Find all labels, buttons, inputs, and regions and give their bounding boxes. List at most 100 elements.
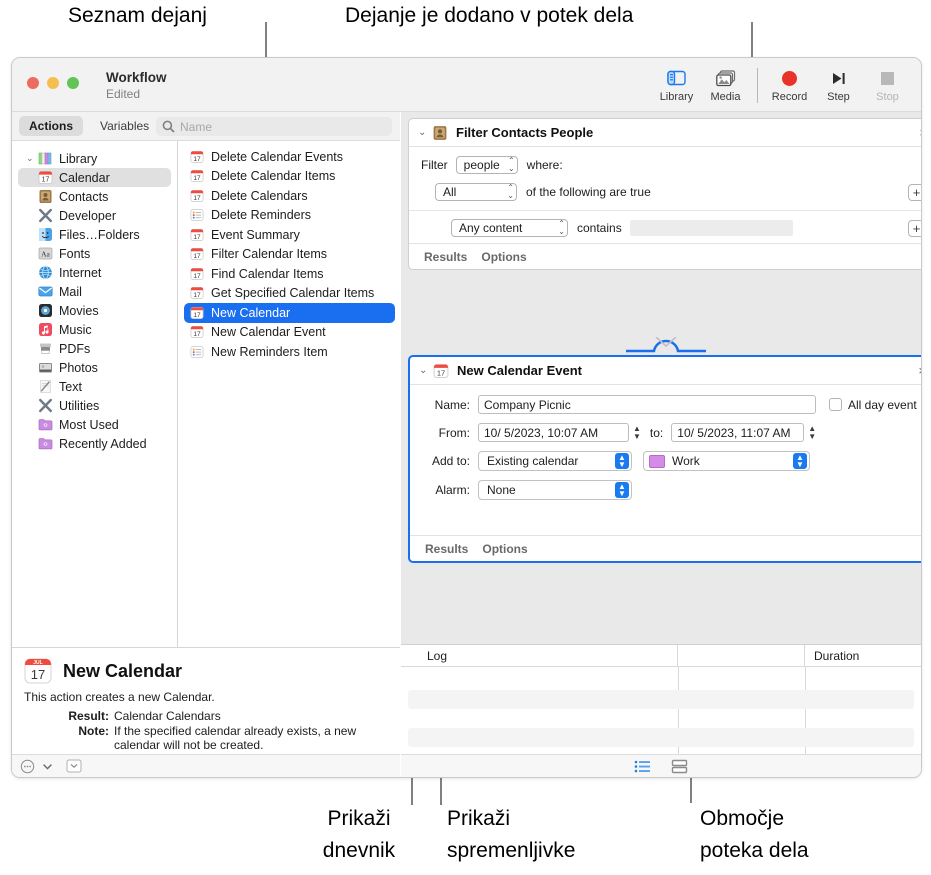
sidebar-item-music[interactable]: Music — [18, 320, 171, 339]
sidebar-item-developer[interactable]: Developer — [18, 206, 171, 225]
all-day-event-checkbox[interactable] — [829, 398, 842, 411]
stop-toolbar-button[interactable]: Stop — [863, 66, 912, 103]
sidebar-item-files-folders[interactable]: Files…Folders — [18, 225, 171, 244]
step-toolbar-label: Step — [827, 91, 850, 103]
add-condition-group-button[interactable]: + — [908, 183, 921, 201]
sidebar-item-internet[interactable]: Internet — [18, 263, 171, 282]
list-item[interactable]: New Reminders Item — [184, 342, 395, 362]
calendar-icon: 17 — [190, 150, 204, 163]
table-row[interactable] — [408, 728, 914, 747]
show-log-icon[interactable] — [634, 759, 651, 774]
sidebar-item-mail[interactable]: Mail — [18, 282, 171, 301]
library-icon — [667, 66, 686, 90]
sidebar-item-calendar[interactable]: 17 Calendar — [18, 168, 171, 187]
where-label: where: — [526, 158, 563, 172]
stepper-icon: ⌃ ⌄ — [507, 156, 515, 173]
sidebar-item-text[interactable]: Text — [18, 377, 171, 396]
step-toolbar-button[interactable]: Step — [814, 66, 863, 103]
list-item-label: Delete Calendars — [211, 188, 308, 203]
close-icon[interactable]: × — [919, 125, 921, 140]
sidebar-item-library[interactable]: ⌄ Library — [18, 149, 171, 168]
close-window-button[interactable] — [27, 77, 39, 89]
library-toolbar-button[interactable]: Library — [652, 66, 701, 103]
list-item[interactable]: 17 Event Summary — [184, 225, 395, 245]
sidebar-item-label: Text — [59, 379, 82, 394]
description-row-note: Note: If the specified calendar already … — [24, 724, 400, 752]
list-item-label: Get Specified Calendar Items — [211, 286, 375, 301]
results-tab[interactable]: Results — [424, 250, 467, 264]
close-icon[interactable]: × — [918, 363, 921, 378]
svg-text:17: 17 — [193, 273, 201, 280]
search-field[interactable]: Name — [156, 117, 392, 136]
minimize-window-button[interactable] — [47, 77, 59, 89]
sidebar-item-movies[interactable]: Movies — [18, 301, 171, 320]
step-icon — [832, 66, 846, 90]
list-item[interactable]: 17 Find Calendar Items — [184, 264, 395, 284]
log-column-header-blank[interactable] — [678, 645, 805, 666]
list-item[interactable]: 17 Get Specified Calendar Items — [184, 284, 395, 304]
sidebar-item-contacts[interactable]: Contacts — [18, 187, 171, 206]
chevron-down-icon[interactable]: ⌄ — [419, 365, 433, 376]
add-condition-button[interactable]: + — [908, 219, 921, 237]
event-from-input[interactable]: 10/ 5/2023, 10:07 AM — [478, 423, 629, 442]
add-to-popup[interactable]: Existing calendar ▲ ▼ — [478, 451, 632, 471]
tab-actions[interactable]: Actions — [19, 116, 84, 136]
event-to-input[interactable]: 10/ 5/2023, 11:07 AM — [671, 423, 805, 442]
chevron-down-icon[interactable]: ⌄ — [26, 153, 38, 164]
list-item[interactable]: 17 Delete Calendars — [184, 186, 395, 206]
list-item[interactable]: 17 Filter Calendar Items — [184, 245, 395, 265]
action-card-filter-contacts-people[interactable]: ⌄ Filter Contacts People × Filter — [408, 118, 921, 270]
sidebar-item-utilities[interactable]: Utilities — [18, 396, 171, 415]
show-variables-icon[interactable] — [671, 759, 688, 774]
action-list[interactable]: 17 Delete Calendar Events 17 Delete Cale… — [179, 141, 400, 647]
options-tab[interactable]: Options — [481, 250, 526, 264]
log-column-header-log[interactable]: Log — [401, 645, 678, 666]
action-menu-icon[interactable] — [20, 759, 35, 774]
leader-line-show-log — [411, 775, 413, 805]
to-stepper[interactable]: ▲ ▼ — [808, 424, 816, 441]
table-row[interactable] — [408, 690, 914, 709]
log-column-header-duration[interactable]: Duration — [805, 645, 921, 666]
sidebar-item-most-used[interactable]: Most Used — [18, 415, 171, 434]
options-tab[interactable]: Options — [482, 542, 527, 556]
disclosure-icon[interactable] — [66, 759, 82, 773]
callout-show-log-line1: Prikaži — [327, 807, 391, 830]
sidebar-item-label: Movies — [59, 303, 99, 318]
contacts-icon — [38, 189, 53, 204]
tab-variables[interactable]: Variables — [90, 116, 159, 136]
chevron-down-icon[interactable]: ⌄ — [418, 127, 432, 138]
sidebar-item-photos[interactable]: Photos — [18, 358, 171, 377]
list-item-new-calendar[interactable]: 17 New Calendar — [184, 303, 395, 323]
chevron-down-icon[interactable] — [42, 761, 53, 772]
record-toolbar-button[interactable]: Record — [765, 66, 814, 103]
media-toolbar-button[interactable]: Media — [701, 66, 750, 103]
list-item[interactable]: 17 Delete Calendar Events — [184, 147, 395, 167]
list-item[interactable]: Delete Reminders — [184, 206, 395, 226]
calendar-popup[interactable]: Work ▲ ▼ — [643, 451, 810, 471]
condition-value-input[interactable] — [629, 220, 793, 236]
results-tab[interactable]: Results — [425, 542, 468, 556]
sidebar-item-recently-added[interactable]: Recently Added — [18, 434, 171, 453]
alarm-popup[interactable]: None ▲ ▼ — [478, 480, 632, 500]
sidebar-item-label: Utilities — [59, 398, 100, 413]
action-card-new-calendar-event[interactable]: ⌄ 17 New Calendar Event × Name: Company … — [408, 355, 921, 563]
run-toolbar-button[interactable]: Run — [912, 66, 921, 103]
list-item[interactable]: 17 New Calendar Event — [184, 323, 395, 343]
match-mode-popup[interactable]: All ⌃ ⌄ — [435, 183, 517, 201]
condition-field-popup[interactable]: Any content ⌃ ⌄ — [451, 219, 568, 237]
sidebar-item-fonts[interactable]: Aa Fonts — [18, 244, 171, 263]
calendar-icon: 17 — [190, 248, 204, 261]
zoom-window-button[interactable] — [67, 77, 79, 89]
sidebar-item-pdfs[interactable]: PDFs — [18, 339, 171, 358]
from-stepper[interactable]: ▲ ▼ — [633, 424, 641, 441]
svg-text:17: 17 — [193, 331, 201, 338]
event-name-input[interactable]: Company Picnic — [478, 395, 816, 414]
match-row: All ⌃ ⌄ of the following are true + — [421, 183, 921, 201]
window-title: Workflow — [106, 70, 167, 85]
library-category-list[interactable]: ⌄ Library 17 Calendar Contacts Developer… — [12, 141, 178, 647]
filter-type-popup[interactable]: people ⌃ ⌄ — [455, 156, 518, 174]
list-item[interactable]: 17 Delete Calendar Items — [184, 167, 395, 187]
log-table-rows[interactable] — [401, 667, 921, 777]
description-value: Calendar Calendars — [114, 709, 221, 723]
workflow-area[interactable]: ⌄ Filter Contacts People × Filter — [401, 112, 921, 644]
